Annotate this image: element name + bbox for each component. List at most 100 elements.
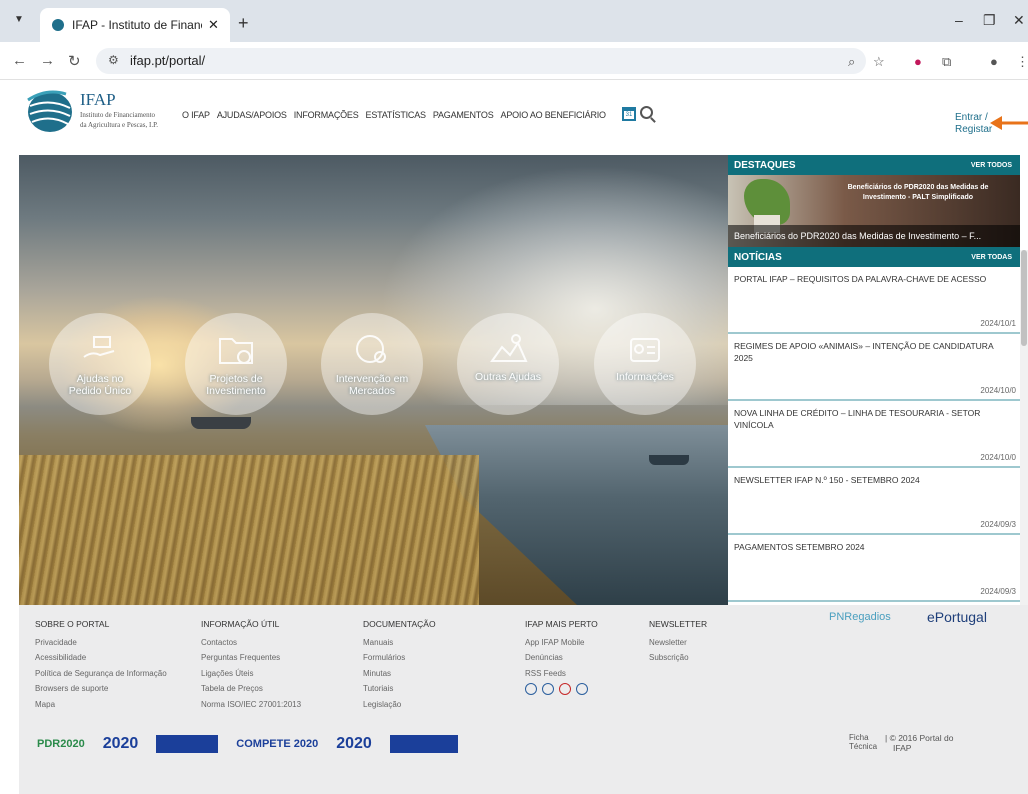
news-item[interactable]: REGIMES DE APOIO «ANIMAIS» – INTENÇÃO DE… — [728, 334, 1020, 401]
zoom-icon[interactable]: ⌕ — [848, 54, 855, 70]
footer-link[interactable]: Tutoriais — [363, 681, 436, 697]
circle-ajudas-pedido-unico[interactable]: Ajudas no Pedido Único — [49, 313, 151, 415]
circle-projetos-investimento[interactable]: Projetos de Investimento — [185, 313, 287, 415]
hero-boat — [191, 417, 251, 429]
footer-link[interactable]: Política de Segurança de Informação — [35, 666, 167, 682]
noticias-view-all-link[interactable]: VER TODAS — [971, 254, 1012, 261]
footer-link[interactable]: Tabela de Preços — [201, 681, 301, 697]
footer-link[interactable]: Denúncias — [525, 650, 598, 666]
footer-link[interactable]: Ligações Úteis — [201, 666, 301, 682]
nav-o-ifap[interactable]: O IFAP — [182, 110, 210, 120]
destaque-caption: Beneficiários do PDR2020 das Medidas de … — [728, 225, 1020, 247]
bookmark-star-icon[interactable]: ☆ — [873, 54, 885, 70]
hero-banner: Ajudas no Pedido Único Projetos de Investi… — [19, 155, 728, 605]
footer-link[interactable]: Perguntas Frequentes — [201, 650, 301, 666]
profile-avatar-icon[interactable]: ● — [990, 54, 998, 69]
browser-menu-icon[interactable]: ⋮ — [1016, 54, 1028, 70]
news-item[interactable]: PAGAMENTOS SETEMBRO 2024 2024/09/3 — [728, 535, 1020, 602]
browser-tab[interactable]: IFAP - Instituto de Financiamento ✕ — [40, 8, 230, 42]
site-info-icon[interactable]: ⚙ — [108, 53, 119, 67]
footer-link[interactable]: Minutas — [363, 666, 436, 682]
logo-title: IFAP — [80, 90, 116, 109]
calendar-icon[interactable]: 31 — [622, 107, 636, 121]
footer-link[interactable]: Subscrição — [649, 650, 707, 666]
minimize-icon[interactable]: – — [955, 12, 963, 28]
logo-subtitle: Instituto de Financiamento da Agricultur… — [80, 111, 158, 129]
social-links — [525, 683, 598, 695]
eportugal-logo[interactable]: ePortugal — [927, 609, 987, 625]
news-title: REGIMES DE APOIO «ANIMAIS» – INTENÇÃO DE… — [734, 341, 994, 363]
circle-outras-ajudas[interactable]: Outras Ajudas — [457, 313, 559, 415]
pdr2020-logo[interactable]: PDR2020 — [37, 738, 85, 750]
nav-ajudas-apoios[interactable]: AJUDAS/APOIOS — [217, 110, 287, 120]
copyright-text: | © 2016 Portal do IFAP — [885, 733, 954, 753]
nav-estatisticas[interactable]: ESTATÍSTICAS — [366, 110, 426, 120]
twitter-icon[interactable] — [542, 683, 554, 695]
nav-pagamentos[interactable]: PAGAMENTOS — [433, 110, 494, 120]
hand-money-icon — [83, 336, 115, 358]
url-field[interactable]: ⚙ ifap.pt/portal/ — [96, 48, 866, 74]
footer-link[interactable]: Legislação — [363, 697, 436, 713]
circle-label-line2: Investimento — [206, 385, 266, 397]
close-tab-icon[interactable]: ✕ — [208, 17, 219, 33]
facebook-icon[interactable] — [525, 683, 537, 695]
news-item[interactable]: NOVA LINHA DE CRÉDITO – LINHA DE TESOURA… — [728, 401, 1020, 468]
forward-icon[interactable]: → — [40, 52, 55, 69]
footer-link[interactable]: App IFAP Mobile — [525, 635, 598, 651]
hero-boat-2 — [649, 455, 689, 465]
circle-label-line1: Ajudas no — [76, 373, 124, 385]
circle-intervencao-mercados[interactable]: Intervenção em Mercados — [321, 313, 423, 415]
footer-col-newsletter: NEWSLETTER Newsletter Subscrição — [649, 617, 707, 666]
globe-person-icon — [356, 335, 386, 363]
main-navigation: O IFAP AJUDAS/APOIOS INFORMAÇÕES ESTATÍS… — [182, 110, 606, 120]
news-item[interactable]: PORTAL IFAP – REQUISITOS DA PALAVRA-CHAV… — [728, 267, 1020, 334]
reload-icon[interactable]: ↻ — [68, 52, 81, 70]
footer-link[interactable]: Formulários — [363, 650, 436, 666]
ficha-tecnica-link[interactable]: Ficha Técnica — [849, 733, 877, 751]
portugal2020-logo[interactable]: 2020 — [103, 735, 139, 753]
youtube-icon[interactable] — [559, 683, 571, 695]
search-icon[interactable] — [640, 106, 653, 119]
destaques-view-all-link[interactable]: VER TODOS — [971, 162, 1012, 169]
portugal2020-logo-2[interactable]: 2020 — [336, 735, 372, 753]
footer-link[interactable]: Acessibilidade — [35, 650, 167, 666]
compete2020-logo[interactable]: COMPETE 2020 — [236, 738, 318, 750]
login-register-link[interactable]: Entrar / Registar — [955, 112, 992, 136]
new-tab-button[interactable]: + — [238, 13, 249, 34]
footer-heading: IFAP MAIS PERTO — [525, 619, 598, 629]
site-header: IFAP Instituto de Financiamento da Agric… — [0, 81, 1028, 155]
footer-heading: INFORMAÇÃO ÚTIL — [201, 619, 280, 629]
ifap-logo-icon[interactable] — [26, 86, 74, 134]
nav-apoio-beneficiario[interactable]: APOIO AO BENEFICIÁRIO — [501, 110, 607, 120]
footer-link[interactable]: Browsers de suporte — [35, 681, 167, 697]
scrollbar-thumb[interactable] — [1021, 250, 1027, 346]
footer-link[interactable]: Newsletter — [649, 635, 707, 651]
extensions-puzzle-icon[interactable]: ⧉ — [942, 54, 951, 70]
ifap-favicon-icon — [52, 19, 64, 31]
destaque-item[interactable]: Beneficiários do PDR2020 das Medidas de … — [728, 175, 1020, 247]
landscape-icon — [490, 334, 528, 362]
pnregadios-logo[interactable]: PNRegadios — [829, 611, 891, 623]
restore-icon[interactable]: ❐ — [983, 12, 996, 29]
nav-informacoes[interactable]: INFORMAÇÕES — [294, 110, 359, 120]
back-icon[interactable]: ← — [12, 52, 27, 69]
news-title: PORTAL IFAP – REQUISITOS DA PALAVRA-CHAV… — [734, 274, 987, 284]
news-date: 2024/10/0 — [980, 453, 1016, 462]
footer-link[interactable]: RSS Feeds — [525, 666, 598, 682]
extension-icon[interactable]: ● — [914, 54, 922, 69]
footer-link[interactable]: Contactos — [201, 635, 301, 651]
tab-title: IFAP - Instituto de Financiamento — [72, 18, 202, 32]
circle-informacoes[interactable]: Informações — [594, 313, 696, 415]
sidebar-scrollbar[interactable] — [1020, 250, 1028, 605]
footer-link[interactable]: Privacidade — [35, 635, 167, 651]
circle-label-line1: Outras Ajudas — [475, 371, 541, 383]
tab-search-icon[interactable]: ▼ — [14, 14, 30, 30]
footer-link[interactable]: Manuais — [363, 635, 436, 651]
footer-link[interactable]: Mapa — [35, 697, 167, 713]
close-window-icon[interactable]: ✕ — [1013, 12, 1025, 29]
news-sidebar: DESTAQUES VER TODOS Beneficiários do PDR… — [728, 155, 1020, 605]
news-item[interactable]: NEWSLETTER IFAP N.º 150 - SETEMBRO 2024 … — [728, 468, 1020, 535]
destaques-title: DESTAQUES — [734, 159, 796, 171]
linkedin-icon[interactable] — [576, 683, 588, 695]
footer-link[interactable]: Norma ISO/IEC 27001:2013 — [201, 697, 301, 713]
